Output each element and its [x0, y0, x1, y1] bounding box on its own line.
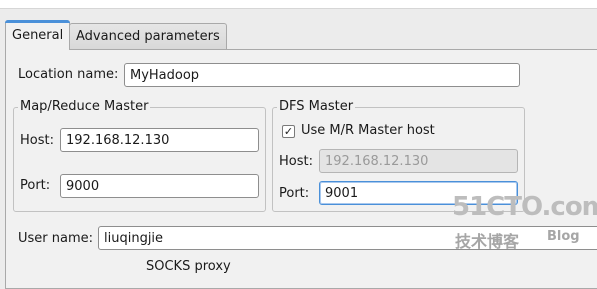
user-name-label: User name:	[18, 231, 94, 246]
active-tab-indicator	[5, 20, 70, 23]
use-mr-master-label: Use M/R Master host	[301, 123, 435, 138]
mapreduce-host-input[interactable]	[60, 128, 259, 152]
watermark-logo: 51CTO.com	[452, 192, 597, 222]
watermark-blog: Blog	[547, 229, 580, 244]
use-mr-master-checkbox[interactable]: ✓	[282, 125, 295, 138]
dfs-host-label: Host:	[279, 154, 313, 169]
mapreduce-host-label: Host:	[20, 133, 54, 148]
socks-proxy-title: SOCKS proxy	[146, 259, 231, 274]
dfs-master-title: DFS Master	[277, 98, 356, 116]
mapreduce-port-input[interactable]	[60, 174, 259, 198]
mapreduce-port-label: Port:	[20, 178, 51, 193]
watermark-subtitle: 技术博客	[455, 232, 520, 251]
mapreduce-master-title: Map/Reduce Master	[18, 98, 151, 116]
tab-advanced-parameters[interactable]: Advanced parameters	[69, 23, 227, 49]
top-strip	[0, 0, 597, 9]
location-name-input[interactable]	[124, 63, 520, 87]
dfs-port-label: Port:	[279, 186, 310, 201]
tab-general[interactable]: General	[5, 20, 71, 50]
location-name-label: Location name:	[18, 67, 119, 82]
dfs-host-input[interactable]	[319, 149, 518, 173]
user-name-input[interactable]	[98, 226, 597, 250]
